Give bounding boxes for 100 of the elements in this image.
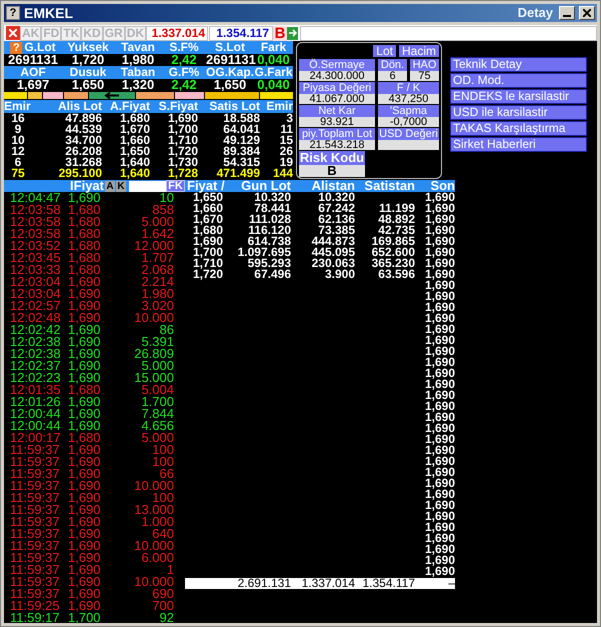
table-cell-text: 1,690 <box>424 478 455 489</box>
trade-price: 1,690 <box>68 348 102 360</box>
table-cell-text: 63.596 <box>378 269 415 280</box>
table-cell-text: 1,730 <box>166 157 198 168</box>
table-cell-text: 1.097.695 <box>236 247 291 258</box>
trade-lot: 86 <box>160 324 175 336</box>
trade-lot: 6.000 <box>141 552 175 564</box>
table-cell-text: 1,690 <box>424 192 455 203</box>
table-cell-text: 1,690 <box>424 368 455 379</box>
table-cell-text: 230.063 <box>310 258 355 269</box>
trade-lot: 10.000 <box>133 480 175 492</box>
close-icon[interactable] <box>6 26 20 40</box>
trade-price: 1,690 <box>68 540 102 552</box>
table-cell-text: 1,690 <box>424 434 455 445</box>
table-cell-text: 1,690 <box>192 236 223 247</box>
table-cell-text: 1,690 <box>424 357 455 368</box>
trade-lot: 7.844 <box>140 408 175 420</box>
trade-price: 1,690 <box>68 276 102 288</box>
trade-time: 12:00:44 <box>9 420 62 432</box>
table-cell-text: 11 <box>279 124 293 135</box>
filter-button[interactable]: FK <box>166 180 185 192</box>
close-button[interactable] <box>579 6 595 20</box>
field-value: 24.300.000 <box>299 71 375 81</box>
column-header: G.Lot <box>24 41 56 54</box>
input-field[interactable] <box>300 26 597 40</box>
trade-price: 1,690 <box>68 396 102 408</box>
help-icon[interactable]: ? <box>10 42 22 54</box>
minimize-button[interactable] <box>559 6 575 20</box>
column-header: Taban <box>120 66 156 79</box>
field-value: 437,250 <box>378 94 439 104</box>
trade-price: 1,680 <box>68 252 102 264</box>
stat-value: 2,42 <box>170 79 198 91</box>
filter-button[interactable]: K <box>116 180 126 192</box>
field-label: Ö.Sermaye <box>299 59 375 71</box>
column-header: S.F% <box>169 41 199 54</box>
stat-value: 0,040 <box>256 79 291 91</box>
flag-label: B <box>273 26 288 40</box>
table-cell-text: 1,690 <box>424 456 455 467</box>
toggle-button[interactable]: Hacim <box>398 45 439 57</box>
trade-lot: 10.000 <box>133 576 175 588</box>
column-header: Gun Lot <box>241 180 291 192</box>
help-icon[interactable]: ? <box>6 6 20 20</box>
link-button[interactable]: OD. Mod. <box>450 73 587 88</box>
trade-price: 1,690 <box>68 552 102 564</box>
trade-time: 12:02:42 <box>9 324 62 336</box>
trade-time: 12:04:47 <box>9 192 62 204</box>
table-cell-text: 1,690 <box>424 269 455 280</box>
filter-button[interactable]: A <box>105 180 115 192</box>
trade-time: 11:59:37 <box>9 492 61 504</box>
table-cell-text: 1,710 <box>192 258 223 269</box>
trade-lot: 100 <box>151 456 175 468</box>
arrow-right-icon[interactable] <box>287 26 298 40</box>
trade-time: 12:01:26 <box>9 396 62 408</box>
table-cell-text: 1,690 <box>424 522 455 533</box>
column-header: Dusuk <box>70 66 106 79</box>
table-cell-text: 1,690 <box>424 379 455 390</box>
link-button[interactable]: ENDEKS le karsilastir <box>450 89 587 104</box>
trade-lot: 13.000 <box>133 504 175 516</box>
table-cell-text: 1,660 <box>118 135 150 146</box>
table-cell-text: 144 <box>272 168 293 179</box>
table-cell-text: 1,690 <box>424 247 455 258</box>
table-cell-text: 26.208 <box>64 146 102 157</box>
trade-lot: 66 <box>160 468 175 480</box>
table-cell-text: 1,670 <box>192 214 223 225</box>
table-cell-text: 652.600 <box>370 247 415 258</box>
table-cell-text: 9 <box>14 124 22 135</box>
trade-lot: 26.809 <box>133 348 175 360</box>
link-button[interactable]: Sirket Haberleri <box>450 137 587 152</box>
trade-lot: 5.000 <box>140 216 175 228</box>
input-field[interactable] <box>129 180 166 192</box>
table-cell-text: 31.268 <box>65 157 102 168</box>
trade-price: 1,690 <box>68 456 102 468</box>
trade-lot: 1.000 <box>141 516 175 528</box>
table-cell-text: 3 <box>286 113 293 124</box>
trade-time: 12:03:04 <box>9 288 62 300</box>
field-label: USD Değeri <box>378 128 439 140</box>
link-button[interactable]: TAKAS Karşılaştırma <box>450 121 587 136</box>
trade-price: 1,680 <box>68 240 102 252</box>
table-cell-text: 1,690 <box>424 302 455 313</box>
toggle-button[interactable]: Lot <box>373 45 396 57</box>
table-cell-text: 1,640 <box>118 168 150 179</box>
table-cell-text: 34.700 <box>64 135 102 146</box>
table-cell-text: 1,690 <box>424 225 455 236</box>
link-button[interactable]: USD ile karsilastir <box>450 105 587 120</box>
field-label: Piyasa Değeri <box>299 82 375 94</box>
trade-price: 1,690 <box>68 504 102 516</box>
trade-time: 11:59:37 <box>9 468 61 480</box>
table-cell-text: 1,710 <box>166 135 198 146</box>
field-value: B <box>299 165 365 177</box>
trade-lot: 1.642 <box>141 228 175 240</box>
field-value: 93.921 <box>299 117 375 127</box>
trade-price: 1,680 <box>68 384 102 396</box>
trade-time: 12:02:37 <box>9 360 62 372</box>
column-header: Emir <box>4 100 31 113</box>
trade-time: 12:03:45 <box>9 252 62 264</box>
trade-price: 1,690 <box>68 372 102 384</box>
trade-lot: 15.000 <box>133 372 175 384</box>
column-header: Satis Lot <box>209 100 260 113</box>
link-button[interactable]: Teknik Detay <box>450 57 587 72</box>
trade-lot: 2.214 <box>140 276 175 288</box>
